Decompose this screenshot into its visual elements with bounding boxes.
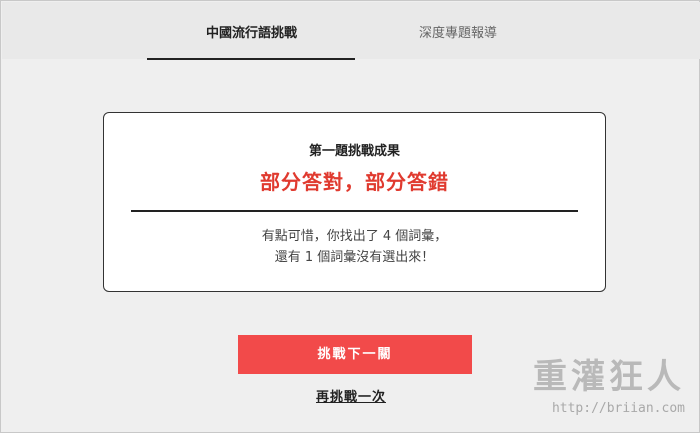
page-frame: 中國流行語挑戰 深度專題報導 第一題挑戰成果 部分答對，部分答錯 有點可惜，你找…	[0, 0, 700, 433]
active-tab-indicator	[147, 58, 355, 60]
result-card-label: 第一題挑戰成果	[308, 144, 400, 159]
watermark: 重灌狂人 http://briian.com	[497, 349, 695, 429]
result-card: 第一題挑戰成果 部分答對，部分答錯 有點可惜，你找出了 4 個詞彙， 還有 1 …	[103, 112, 606, 292]
next-level-button[interactable]: 挑戰下一關	[238, 335, 472, 374]
result-message-line-1: 有點可惜，你找出了 4 個詞彙，	[261, 229, 448, 244]
retry-link[interactable]: 再挑戰一次	[1, 390, 700, 406]
result-message-line-2: 還有 1 個詞彙沒有選出來！	[274, 250, 435, 265]
result-status: 部分答對，部分答錯	[260, 170, 449, 194]
tab-in-depth-report[interactable]: 深度專題報導	[419, 26, 497, 42]
tab-china-buzzword-challenge[interactable]: 中國流行語挑戰	[206, 26, 297, 42]
card-divider	[131, 210, 578, 212]
tab-bar: 中國流行語挑戰 深度專題報導	[2, 2, 700, 59]
